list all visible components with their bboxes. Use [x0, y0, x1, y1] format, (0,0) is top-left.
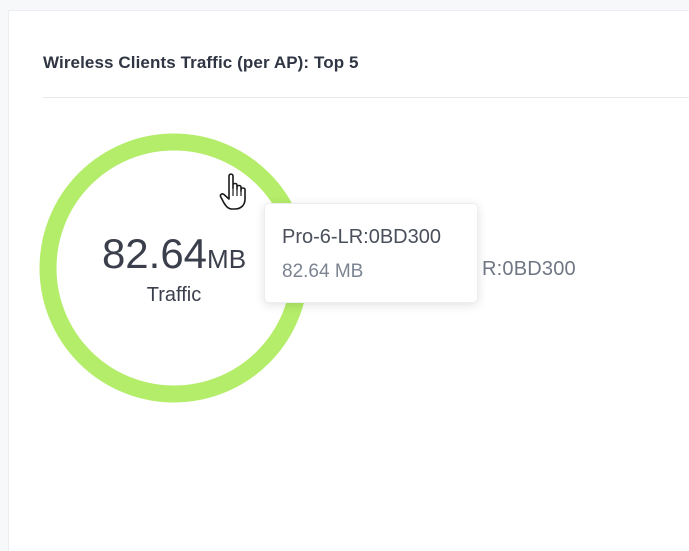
hand-pointer-icon [219, 172, 251, 212]
legend-item-label[interactable]: R:0BD300 [482, 258, 576, 281]
tooltip-ap-name: Pro-6-LR:0BD300 [282, 226, 441, 248]
center-value-number: 82.64 [101, 230, 208, 277]
card-title: Wireless Clients Traffic (per AP): Top 5 [43, 53, 359, 72]
tooltip-traffic-value: 82.64 MB [282, 261, 364, 282]
title-divider [43, 97, 689, 98]
center-value-unit: MB [207, 244, 247, 274]
chart-tooltip: Pro-6-LR:0BD300 82.64 MB [264, 203, 478, 303]
